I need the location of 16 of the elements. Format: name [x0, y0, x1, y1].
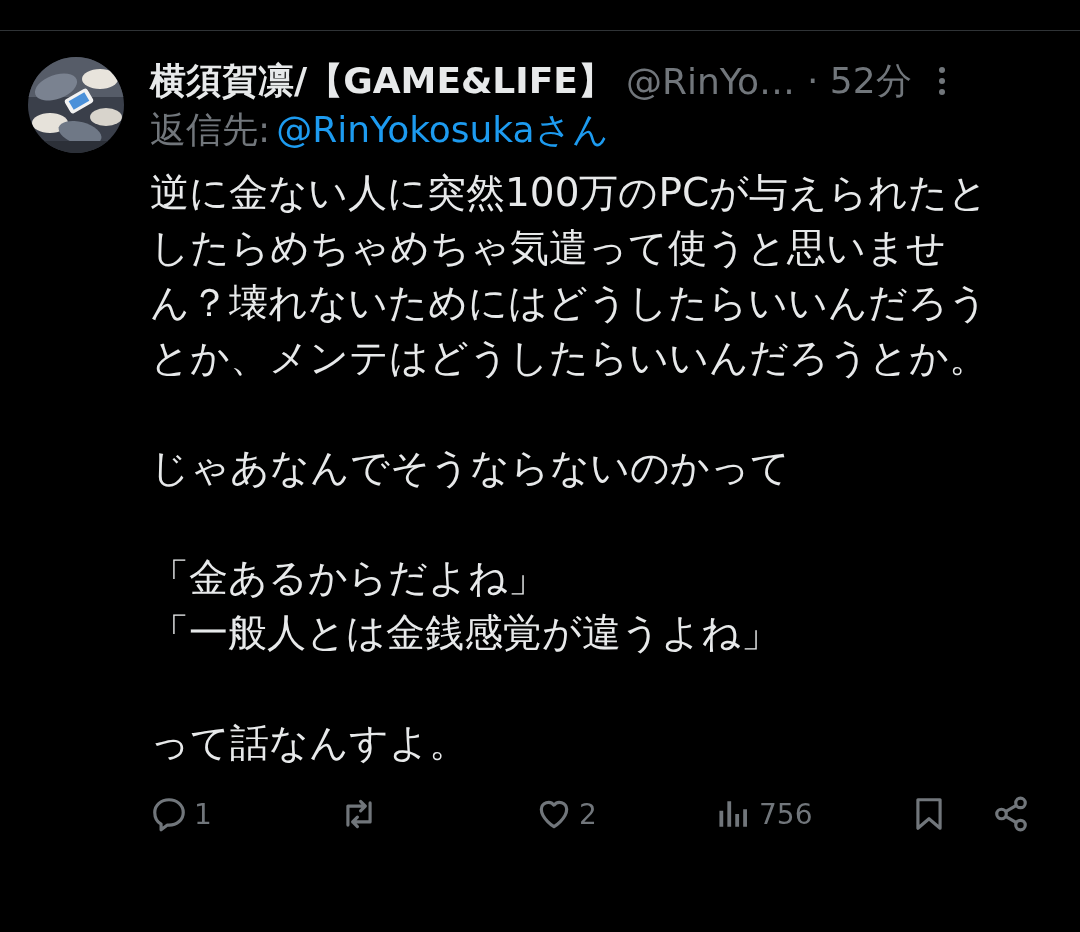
tweet-text: 「一般人とは金銭感覚が違うよね」 [150, 609, 781, 657]
reply-icon[interactable] [150, 795, 188, 833]
action-count: 756 [759, 797, 813, 831]
more-icon[interactable] [937, 66, 946, 96]
tweet-text: って話なんすよ。 [150, 719, 469, 767]
display-name[interactable]: 横須賀凛/【GAME&LIFE】 [150, 56, 614, 106]
post-time: · 52分 [806, 58, 912, 103]
action-count: 1 [194, 797, 212, 831]
mention-link[interactable]: @RinYokosukaさん [276, 105, 609, 155]
action-count: 2 [579, 797, 597, 831]
tweet-text: 「金あるからだよね」 [150, 554, 548, 602]
reply-to-label: 返信先: [150, 107, 271, 152]
tweet-text: 逆に金ない人に突然100万のPCが与えられたとしたらめちゃめちゃ気遣って使うと思いません？壊れないためにはどうしたらいいんだろうとか、メンテはどうしたらいいんだろうとか。 [150, 169, 990, 382]
tweet-text: じゃあなんでそうならないのかって [150, 444, 791, 492]
share-icon[interactable] [992, 795, 1030, 833]
user-handle: @RinYo… [625, 60, 795, 102]
